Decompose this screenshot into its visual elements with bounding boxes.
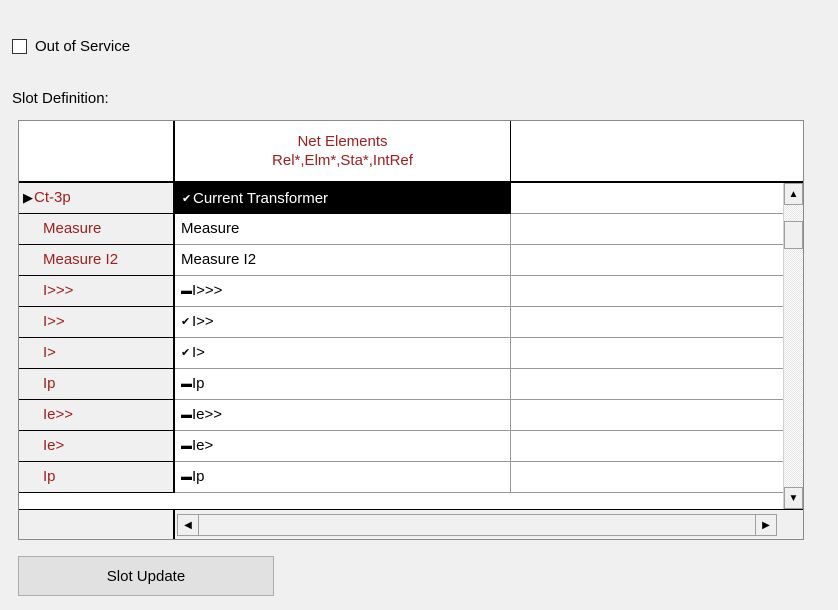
empty-cell[interactable] <box>511 183 783 214</box>
check-icon: ✔ <box>182 193 192 205</box>
scroll-up-icon[interactable]: ▲ <box>784 183 803 205</box>
slot-name-text: Ip <box>43 468 56 485</box>
table-row[interactable]: Measure I2 Measure I2 <box>19 245 803 276</box>
net-element-text: I>>> <box>192 282 223 299</box>
vertical-scrollbar[interactable]: ▲ ▼ <box>783 183 803 509</box>
empty-cell[interactable] <box>511 307 783 338</box>
row-slot-name[interactable]: I>>> <box>19 276 175 307</box>
row-slot-name[interactable]: Ie>> <box>19 400 175 431</box>
slot-name-text: I>> <box>43 313 65 330</box>
table-row[interactable]: Ie> ▬Ie> <box>19 431 803 462</box>
row-slot-name[interactable]: Ip <box>19 462 175 493</box>
net-element-cell[interactable]: ✔ Current Transformer <box>175 183 511 214</box>
net-element-cell[interactable]: Measure I2 <box>175 245 511 276</box>
net-element-text: Ip <box>192 375 205 392</box>
row-slot-name[interactable]: I>> <box>19 307 175 338</box>
slot-name-text: I> <box>43 344 56 361</box>
column-header-filter: Rel*,Elm*,Sta*,IntRef <box>272 152 413 169</box>
row-slot-name[interactable]: Measure I2 <box>19 245 175 276</box>
net-element-text: I> <box>192 344 205 361</box>
row-slot-name[interactable]: ▶Ct-3p <box>19 183 175 214</box>
table-row[interactable]: ▶Ct-3p ✔ Current Transformer <box>19 183 803 214</box>
check-icon: ✔ <box>181 316 191 328</box>
column-header-title: Net Elements <box>297 133 388 150</box>
empty-cell[interactable] <box>511 369 783 400</box>
net-element-text: Measure <box>181 220 240 237</box>
table-row[interactable]: Ip ▬Ip <box>19 462 803 493</box>
out-of-service-checkbox[interactable]: Out of Service <box>12 36 130 56</box>
net-element-cell[interactable]: ▬Ip <box>175 369 511 400</box>
empty-cell[interactable] <box>511 400 783 431</box>
checkbox-box[interactable] <box>12 38 27 54</box>
net-element-text: Measure I2 <box>181 251 257 268</box>
table-row[interactable]: I>> ✔ I>> <box>19 307 803 338</box>
dash-icon: ▬ <box>181 285 192 297</box>
net-elements-column-header[interactable]: Net Elements Rel*,Elm*,Sta*,IntRef <box>175 121 511 183</box>
net-element-cell[interactable]: ✔ I>> <box>175 307 511 338</box>
out-of-service-label: Out of Service <box>35 37 131 55</box>
empty-cell[interactable] <box>511 276 783 307</box>
empty-cell[interactable] <box>511 462 783 493</box>
slot-name-text: Ie>> <box>43 406 74 423</box>
grid-bottom-strip: ◀ ▶ <box>19 509 803 539</box>
dash-icon: ▬ <box>181 378 192 390</box>
row-slot-name[interactable]: Ip <box>19 369 175 400</box>
table-row[interactable]: I>>> ▬I>>> <box>19 276 803 307</box>
dash-icon: ▬ <box>181 409 192 421</box>
row-slot-name[interactable]: Ie> <box>19 431 175 462</box>
empty-cell[interactable] <box>511 338 783 369</box>
net-element-cell[interactable]: ▬Ie> <box>175 431 511 462</box>
scroll-right-icon[interactable]: ▶ <box>755 514 777 536</box>
slot-name-text: Ie> <box>43 437 65 454</box>
slot-definition-grid[interactable]: Net Elements Rel*,Elm*,Sta*,IntRef ▶Ct-3… <box>18 120 804 540</box>
table-row[interactable]: Ie>> ▬Ie>> <box>19 400 803 431</box>
net-element-text: Ip <box>192 468 205 485</box>
net-element-text: I>> <box>192 313 214 330</box>
net-element-cell[interactable]: ▬I>>> <box>175 276 511 307</box>
row-slot-name[interactable]: Measure <box>19 214 175 245</box>
slot-name-text: Ct-3p <box>34 189 71 206</box>
empty-cell[interactable] <box>511 431 783 462</box>
corner-header-cell <box>19 121 175 183</box>
table-row[interactable]: I> ✔ I> <box>19 338 803 369</box>
net-element-cell[interactable]: Measure <box>175 214 511 245</box>
dash-icon: ▬ <box>181 440 192 452</box>
scroll-down-icon[interactable]: ▼ <box>784 487 803 509</box>
empty-column-header <box>511 121 803 183</box>
scroll-left-icon[interactable]: ◀ <box>177 514 199 536</box>
vertical-scroll-thumb[interactable] <box>784 221 803 249</box>
table-row[interactable]: Measure Measure <box>19 214 803 245</box>
check-icon: ✔ <box>181 347 191 359</box>
slot-update-button[interactable]: Slot Update <box>18 556 274 596</box>
net-element-text: Ie> <box>192 437 214 454</box>
slot-name-text: I>>> <box>43 282 74 299</box>
slot-name-text: Measure <box>43 220 102 237</box>
table-row[interactable]: Ip ▬Ip <box>19 369 803 400</box>
dash-icon: ▬ <box>181 471 192 483</box>
net-element-cell[interactable]: ▬Ie>> <box>175 400 511 431</box>
empty-cell[interactable] <box>511 214 783 245</box>
slot-name-text: Ip <box>43 375 56 392</box>
row-pointer-icon: ▶ <box>23 190 33 205</box>
bottom-left-cell <box>19 510 175 539</box>
net-element-text: Current Transformer <box>193 190 329 207</box>
net-element-cell[interactable]: ✔ I> <box>175 338 511 369</box>
slot-name-text: Measure I2 <box>43 251 119 268</box>
net-element-text: Ie>> <box>192 406 223 423</box>
empty-cell[interactable] <box>511 245 783 276</box>
slot-definition-label: Slot Definition: <box>12 90 109 107</box>
horizontal-scrollbar[interactable]: ◀ ▶ <box>177 514 777 536</box>
row-slot-name[interactable]: I> <box>19 338 175 369</box>
net-element-cell[interactable]: ▬Ip <box>175 462 511 493</box>
